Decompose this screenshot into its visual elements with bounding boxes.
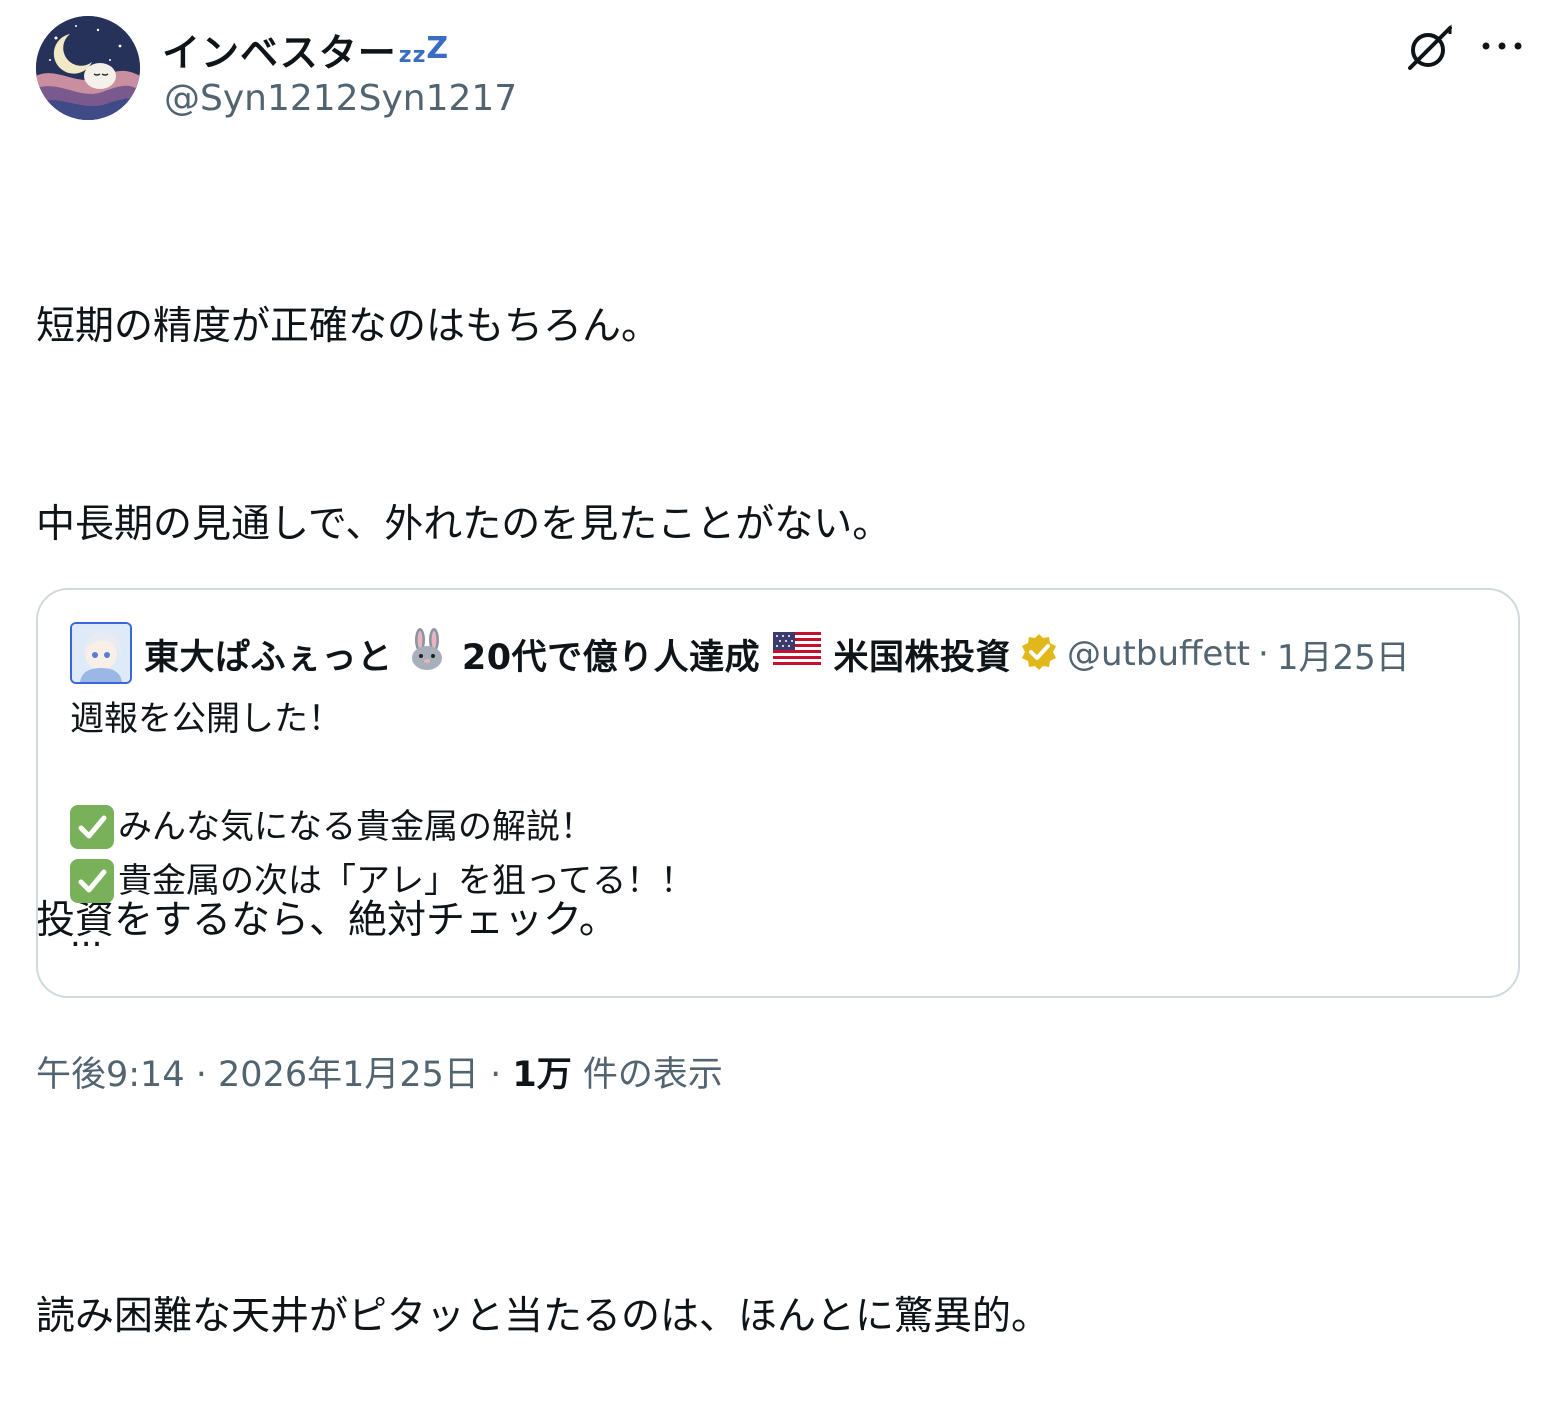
check-mark-icon bbox=[70, 859, 114, 903]
view-count: 1万 bbox=[512, 1055, 572, 1095]
quoted-line: 貴金属の次は「アレ」を狙ってる！！ bbox=[70, 854, 694, 908]
quoted-line: みんな気になる貴金属の解説！ bbox=[70, 800, 694, 854]
post-header: インベスターzzZ @Syn1212Syn1217 bbox=[36, 16, 1526, 126]
quoted-bullet-1: みんな気になる貴金属の解説！ bbox=[118, 807, 594, 847]
check-mark-icon bbox=[70, 805, 114, 849]
sleep-zz-small: zz bbox=[398, 43, 427, 68]
sleep-z-big: Z bbox=[426, 31, 450, 66]
quoted-name-part3[interactable]: 米国株投資 bbox=[833, 629, 1011, 680]
quoted-author-handle[interactable]: @utbuffett bbox=[1067, 634, 1250, 674]
post-line: 中長期の見通しで、外れたのを見たことがない。 bbox=[36, 502, 892, 547]
quoted-post-date[interactable]: 1月25日 bbox=[1277, 630, 1410, 679]
author-avatar[interactable] bbox=[36, 16, 140, 120]
quoted-line: 週報を公開した！ bbox=[70, 699, 342, 739]
meta-separator: · bbox=[490, 1055, 502, 1095]
quoted-bullet-2: 貴金属の次は「アレ」を狙ってる！！ bbox=[118, 861, 695, 901]
post-time[interactable]: 午後9:14 bbox=[36, 1055, 185, 1095]
post-metadata: 午後9:14 · 2026年1月25日 · 1万 件の表示 bbox=[36, 1046, 723, 1097]
meta-separator: · bbox=[195, 1055, 207, 1095]
grok-icon[interactable] bbox=[1402, 20, 1458, 76]
author-handle[interactable]: @Syn1212Syn1217 bbox=[164, 78, 517, 119]
quoted-author-avatar[interactable] bbox=[70, 622, 132, 684]
author-name-text[interactable]: インベスター bbox=[162, 31, 397, 75]
quoted-ellipsis: ... bbox=[70, 915, 103, 955]
us-flag-icon bbox=[772, 631, 821, 677]
verified-badge-icon[interactable] bbox=[1019, 632, 1059, 676]
more-options-icon[interactable] bbox=[1474, 20, 1530, 76]
quoted-line-blank bbox=[70, 746, 694, 800]
quoted-post-card[interactable]: 東大ぱふぇっと 20代で億り人達成 米国株投資 @utbuffett · 1月2… bbox=[36, 588, 1520, 998]
post-date[interactable]: 2026年1月25日 bbox=[218, 1055, 479, 1095]
view-count-label: 件の表示 bbox=[582, 1055, 723, 1095]
quoted-author-name[interactable]: 東大ぱふぇっと 20代で億り人達成 米国株投資 bbox=[144, 627, 1011, 681]
quoted-name-part2[interactable]: 20代で億り人達成 bbox=[462, 629, 760, 680]
sleep-zzz-icon: zzZ bbox=[398, 31, 449, 68]
quoted-name-part1[interactable]: 東大ぱふぇっと bbox=[144, 629, 393, 680]
post-line: 読み困難な天井がピタッと当たるのは、ほんとに驚異的。 bbox=[36, 1294, 1051, 1339]
rabbit-icon bbox=[405, 627, 449, 681]
quoted-post-header: 東大ぱふぇっと 20代で億り人達成 米国株投資 @utbuffett · 1月2… bbox=[144, 624, 1410, 684]
quoted-post-text: 週報を公開した！ みんな気になる貴金属の解説！ 貴金属の次は「アレ」を狙ってる！… bbox=[70, 692, 694, 962]
author-display-name[interactable]: インベスターzzZ bbox=[162, 22, 449, 77]
meta-separator: · bbox=[1258, 634, 1269, 674]
post-line: 短期の精度が正確なのはもちろん。 bbox=[36, 304, 661, 349]
